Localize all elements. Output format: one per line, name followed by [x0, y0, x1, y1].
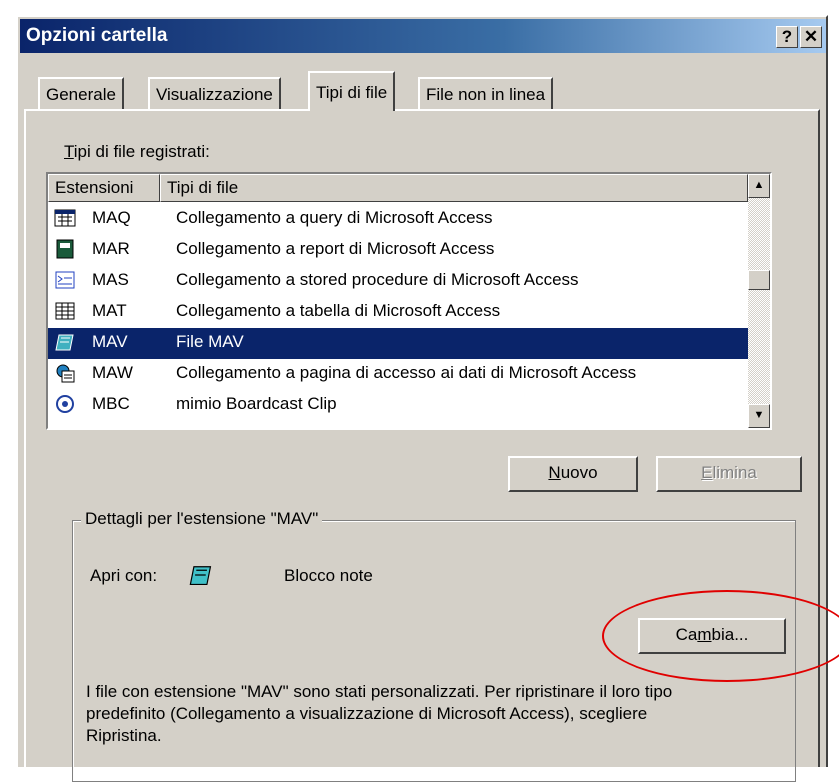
list-item[interactable]: MAR Collegamento a report di Microsoft A…: [48, 235, 748, 266]
notepad-icon: [189, 566, 212, 586]
annotation-circle: [602, 590, 839, 682]
tab-file-non-in-linea[interactable]: File non in linea: [418, 77, 554, 109]
column-header-file-types[interactable]: Tipi di file: [160, 174, 748, 202]
file-type-description: Collegamento a query di Microsoft Access: [176, 208, 493, 227]
list-item[interactable]: MAT Collegamento a tabella di Microsoft …: [48, 297, 748, 328]
mimio-icon: [56, 395, 74, 413]
extension: MAQ: [92, 208, 131, 227]
new-button[interactable]: Nuovo: [508, 456, 638, 492]
scrollbar-thumb[interactable]: [748, 270, 770, 290]
file-type-description: Collegamento a stored procedure di Micro…: [176, 270, 579, 289]
query-icon: [54, 209, 76, 227]
customization-note-line-1: I file con estensione "MAV" sono stati p…: [86, 682, 673, 701]
extension: MAW: [92, 363, 133, 382]
data-page-icon: [56, 364, 75, 383]
open-with-label: Apri con:: [90, 566, 158, 585]
file-type-description: File MAV: [176, 332, 244, 351]
title-bar[interactable]: Opzioni cartella ? ✕: [20, 19, 826, 53]
registered-types-label: Tipi di file registrati:: [64, 142, 210, 161]
customization-note-line-2: predefinito (Collegamento a visualizzazi…: [86, 704, 648, 723]
file-type-description: Collegamento a tabella di Microsoft Acce…: [176, 301, 501, 320]
help-button[interactable]: ?: [776, 26, 798, 48]
scroll-down-button[interactable]: ▼: [748, 404, 770, 428]
tab-tipi-di-file[interactable]: Tipi di file: [308, 71, 396, 111]
delete-button[interactable]: Elimina: [656, 456, 802, 492]
list-item-selected[interactable]: MAV File MAV: [48, 328, 748, 359]
tab-visualizzazione[interactable]: Visualizzazione: [148, 77, 281, 109]
extension: MAR: [92, 239, 130, 258]
extension: MAV: [92, 332, 128, 351]
details-title: Dettagli per l'estensione "MAV": [81, 509, 323, 529]
list-item[interactable]: MAW Collegamento a pagina di accesso ai …: [48, 359, 748, 390]
extension: MAT: [92, 301, 127, 320]
column-header-extensions[interactable]: Estensioni: [48, 174, 160, 202]
vertical-scrollbar[interactable]: ▲ ▼: [748, 174, 770, 428]
window-title: Opzioni cartella: [26, 25, 168, 46]
close-button[interactable]: ✕: [800, 26, 822, 48]
extension: MBC: [92, 394, 130, 413]
report-icon: [56, 239, 74, 259]
notepad-icon: [55, 334, 74, 351]
list-item[interactable]: MAS Collegamento a stored procedure di M…: [48, 266, 748, 297]
file-types-list[interactable]: Estensioni Tipi di file MAQ Collegamento…: [46, 172, 772, 430]
stored-procedure-icon: [55, 271, 75, 289]
extension: MAS: [92, 270, 129, 289]
file-type-description: Collegamento a pagina di accesso ai dati…: [176, 363, 637, 382]
customization-note-line-3: Ripristina.: [86, 726, 162, 745]
file-type-description: Collegamento a report di Microsoft Acces…: [176, 239, 495, 258]
scroll-up-button[interactable]: ▲: [748, 174, 770, 198]
open-with-app: Blocco note: [284, 566, 373, 585]
list-item[interactable]: MAQ Collegamento a query di Microsoft Ac…: [48, 204, 748, 235]
table-icon: [55, 302, 75, 320]
list-item[interactable]: MBC mimio Boardcast Clip: [48, 390, 748, 421]
file-type-description: mimio Boardcast Clip: [176, 394, 337, 413]
tab-generale[interactable]: Generale: [38, 77, 124, 109]
